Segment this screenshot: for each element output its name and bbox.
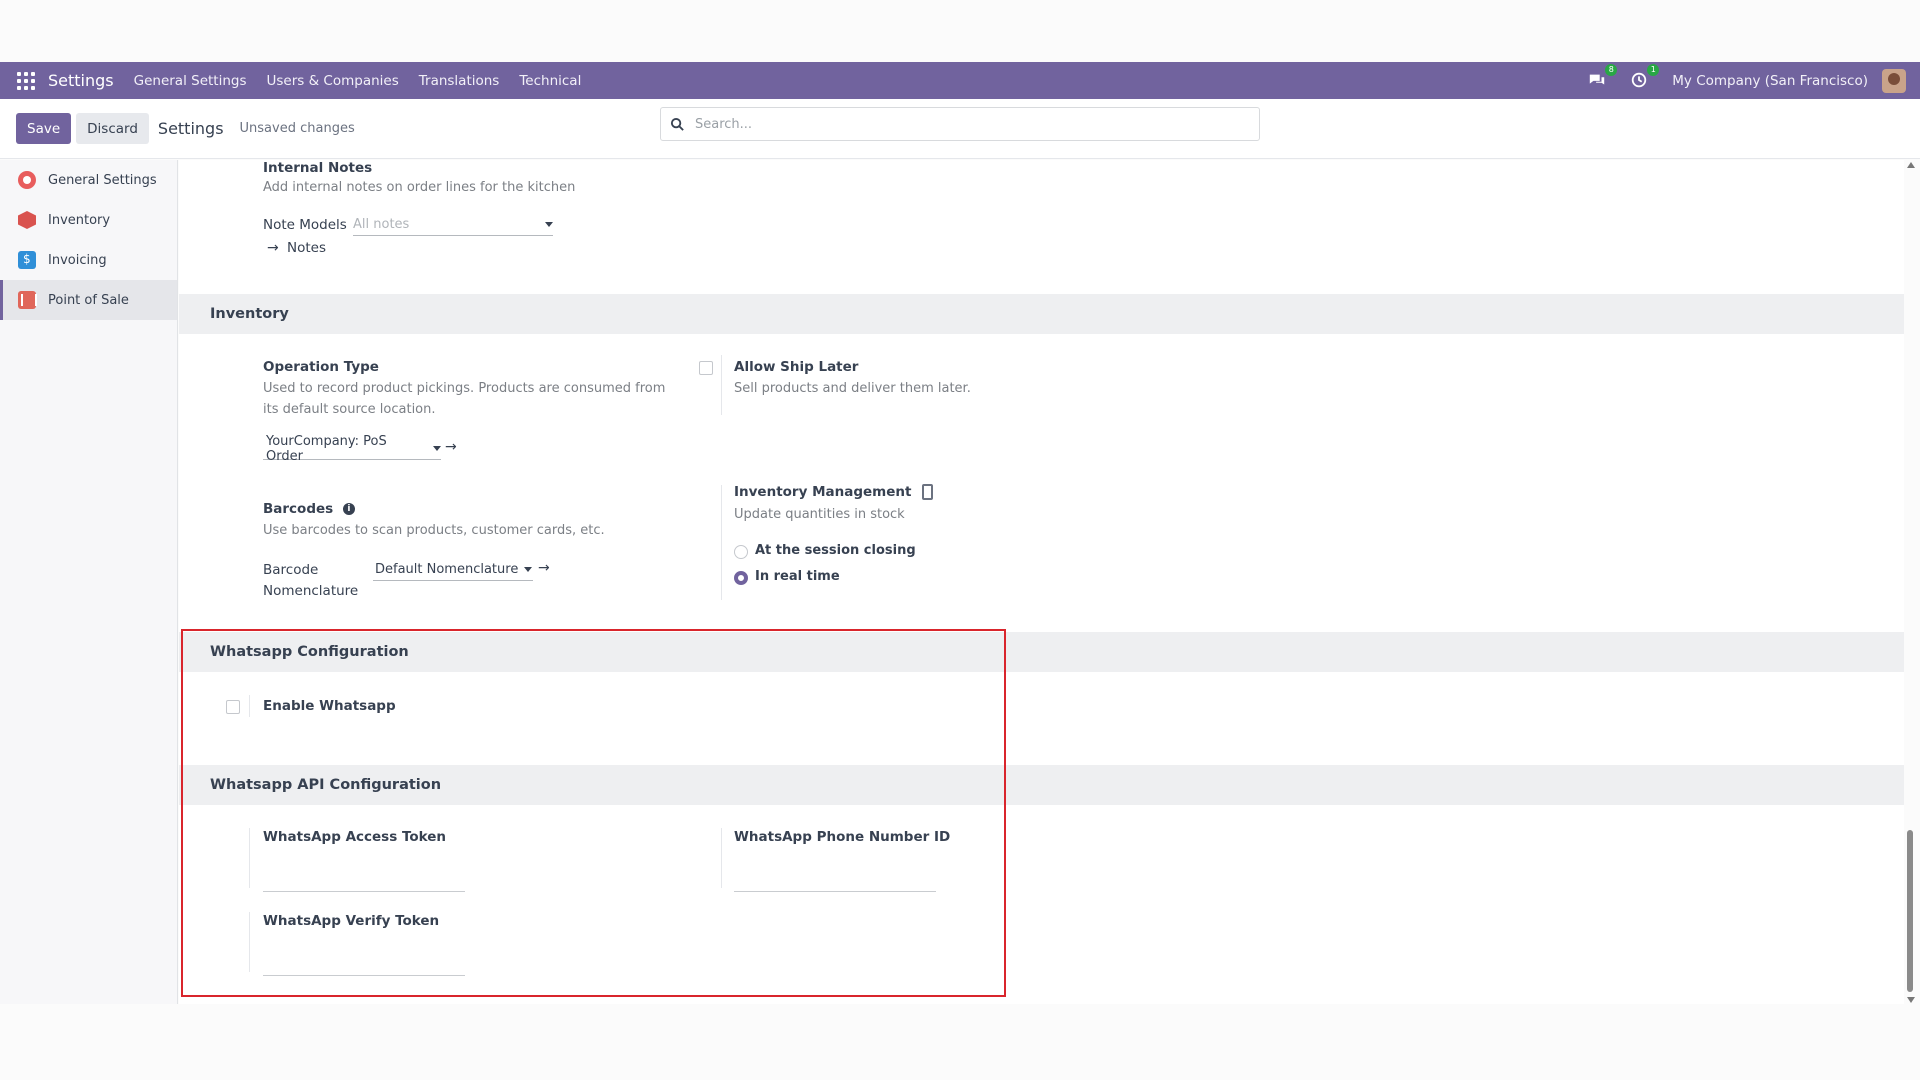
- sidebar-item-label: Invoicing: [48, 252, 107, 268]
- sidebar-item-label: Point of Sale: [48, 292, 129, 308]
- operation-type-title: Operation Type: [263, 359, 379, 375]
- page-title: Settings: [157, 119, 224, 138]
- scrollbar-thumb[interactable]: [1907, 830, 1913, 992]
- inventory-icon: [18, 211, 36, 229]
- user-avatar[interactable]: [1882, 68, 1906, 93]
- nav-users-companies[interactable]: Users & Companies: [267, 73, 399, 89]
- highlight-box: [181, 629, 1006, 997]
- operation-type-select[interactable]: YourCompany: PoS Order: [263, 434, 441, 464]
- barcode-nomenclature-open-icon[interactable]: →: [538, 560, 550, 576]
- top-margin: [0, 0, 1920, 62]
- control-panel: Save Discard Settings Unsaved changes: [0, 99, 1920, 159]
- general-settings-icon: [18, 171, 36, 189]
- radio-in-real-time[interactable]: [734, 571, 748, 585]
- note-models-select[interactable]: All notes: [353, 214, 553, 236]
- allow-ship-later-checkbox[interactable]: [699, 361, 713, 375]
- barcodes-desc: Use barcodes to scan products, customer …: [263, 523, 605, 538]
- sidebar-item-label: General Settings: [48, 172, 157, 188]
- divider: [721, 485, 722, 600]
- inventory-management-title: Inventory Management: [734, 484, 934, 500]
- barcodes-title-text: Barcodes: [263, 501, 334, 517]
- arrow-right-icon: →: [267, 240, 279, 256]
- unsaved-status: Unsaved changes: [239, 121, 355, 136]
- save-button[interactable]: Save: [16, 113, 72, 144]
- barcode-nomenclature-label: Barcode Nomenclature: [263, 560, 358, 602]
- pos-icon: [18, 291, 37, 309]
- search-input[interactable]: [695, 116, 1235, 132]
- top-navbar: Settings General Settings Users & Compan…: [0, 62, 1920, 99]
- activities-clock-icon[interactable]: 1: [1630, 63, 1660, 91]
- barcodes-title: Barcodes i: [263, 501, 355, 517]
- apps-menu-icon[interactable]: [17, 71, 35, 90]
- chevron-down-icon: [524, 567, 533, 572]
- notes-link-label: Notes: [287, 240, 327, 256]
- radio-at-session-closing[interactable]: [734, 545, 748, 559]
- settings-sidebar: General Settings Inventory Invoicing Poi…: [0, 160, 178, 1004]
- app-brand[interactable]: Settings: [48, 71, 114, 90]
- nomenclature-label-line1: Barcode: [263, 562, 319, 578]
- sidebar-item-general-settings[interactable]: General Settings: [0, 160, 177, 200]
- notes-link[interactable]: → Notes: [267, 240, 326, 256]
- barcode-nomenclature-select[interactable]: Default Nomenclature: [373, 559, 533, 581]
- section-title: Inventory: [210, 306, 289, 322]
- navbar-systray: 8 1 My Company (San Francisco): [1588, 63, 1906, 93]
- operation-type-desc-1: Used to record product pickings. Product…: [263, 381, 666, 396]
- inventory-management-desc: Update quantities in stock: [734, 507, 905, 522]
- nav-general-settings[interactable]: General Settings: [134, 73, 247, 89]
- messages-badge: 8: [1605, 63, 1618, 76]
- sidebar-item-invoicing[interactable]: Invoicing: [0, 240, 177, 280]
- nav-technical[interactable]: Technical: [519, 73, 581, 89]
- messages-icon[interactable]: 8: [1588, 63, 1618, 91]
- inventory-management-title-text: Inventory Management: [734, 484, 912, 500]
- search-icon: [670, 117, 684, 131]
- internal-notes-title: Internal Notes: [263, 160, 373, 176]
- company-switcher[interactable]: My Company (San Francisco): [1672, 73, 1868, 89]
- allow-ship-later-desc: Sell products and deliver them later.: [734, 381, 971, 396]
- mobile-device-icon: [922, 484, 934, 500]
- sidebar-item-inventory[interactable]: Inventory: [0, 200, 177, 240]
- sidebar-item-point-of-sale[interactable]: Point of Sale: [0, 280, 177, 320]
- sidebar-item-label: Inventory: [48, 212, 111, 228]
- nav-translations[interactable]: Translations: [419, 73, 500, 89]
- allow-ship-later-title: Allow Ship Later: [734, 359, 859, 375]
- chevron-down-icon: [545, 222, 553, 227]
- discard-button[interactable]: Discard: [76, 113, 149, 144]
- inventory-section-header: Inventory: [179, 294, 1904, 334]
- note-models-placeholder: All notes: [353, 217, 410, 232]
- nomenclature-label-line2: Nomenclature: [263, 583, 359, 599]
- operation-type-value: YourCompany: PoS Order: [266, 433, 387, 464]
- activities-badge: 1: [1647, 63, 1660, 76]
- operation-type-desc-2: its default source location.: [263, 402, 436, 417]
- radio-label-in-real-time: In real time: [755, 569, 840, 584]
- radio-label-at-session-closing: At the session closing: [755, 543, 916, 558]
- invoicing-icon: [18, 251, 36, 269]
- scroll-up-icon[interactable]: [1907, 162, 1915, 168]
- scroll-down-icon[interactable]: [1907, 997, 1915, 1003]
- search-box: [660, 107, 1260, 141]
- operation-type-open-icon[interactable]: →: [445, 439, 457, 455]
- bottom-margin: [0, 1004, 1920, 1080]
- divider: [721, 355, 722, 415]
- barcode-nomenclature-value: Default Nomenclature: [375, 562, 519, 577]
- chevron-down-icon: [433, 446, 441, 451]
- info-icon[interactable]: i: [342, 503, 355, 515]
- nav-menu: General Settings Users & Companies Trans…: [134, 73, 602, 89]
- internal-notes-desc: Add internal notes on order lines for th…: [263, 180, 576, 195]
- note-models-label: Note Models: [263, 217, 347, 233]
